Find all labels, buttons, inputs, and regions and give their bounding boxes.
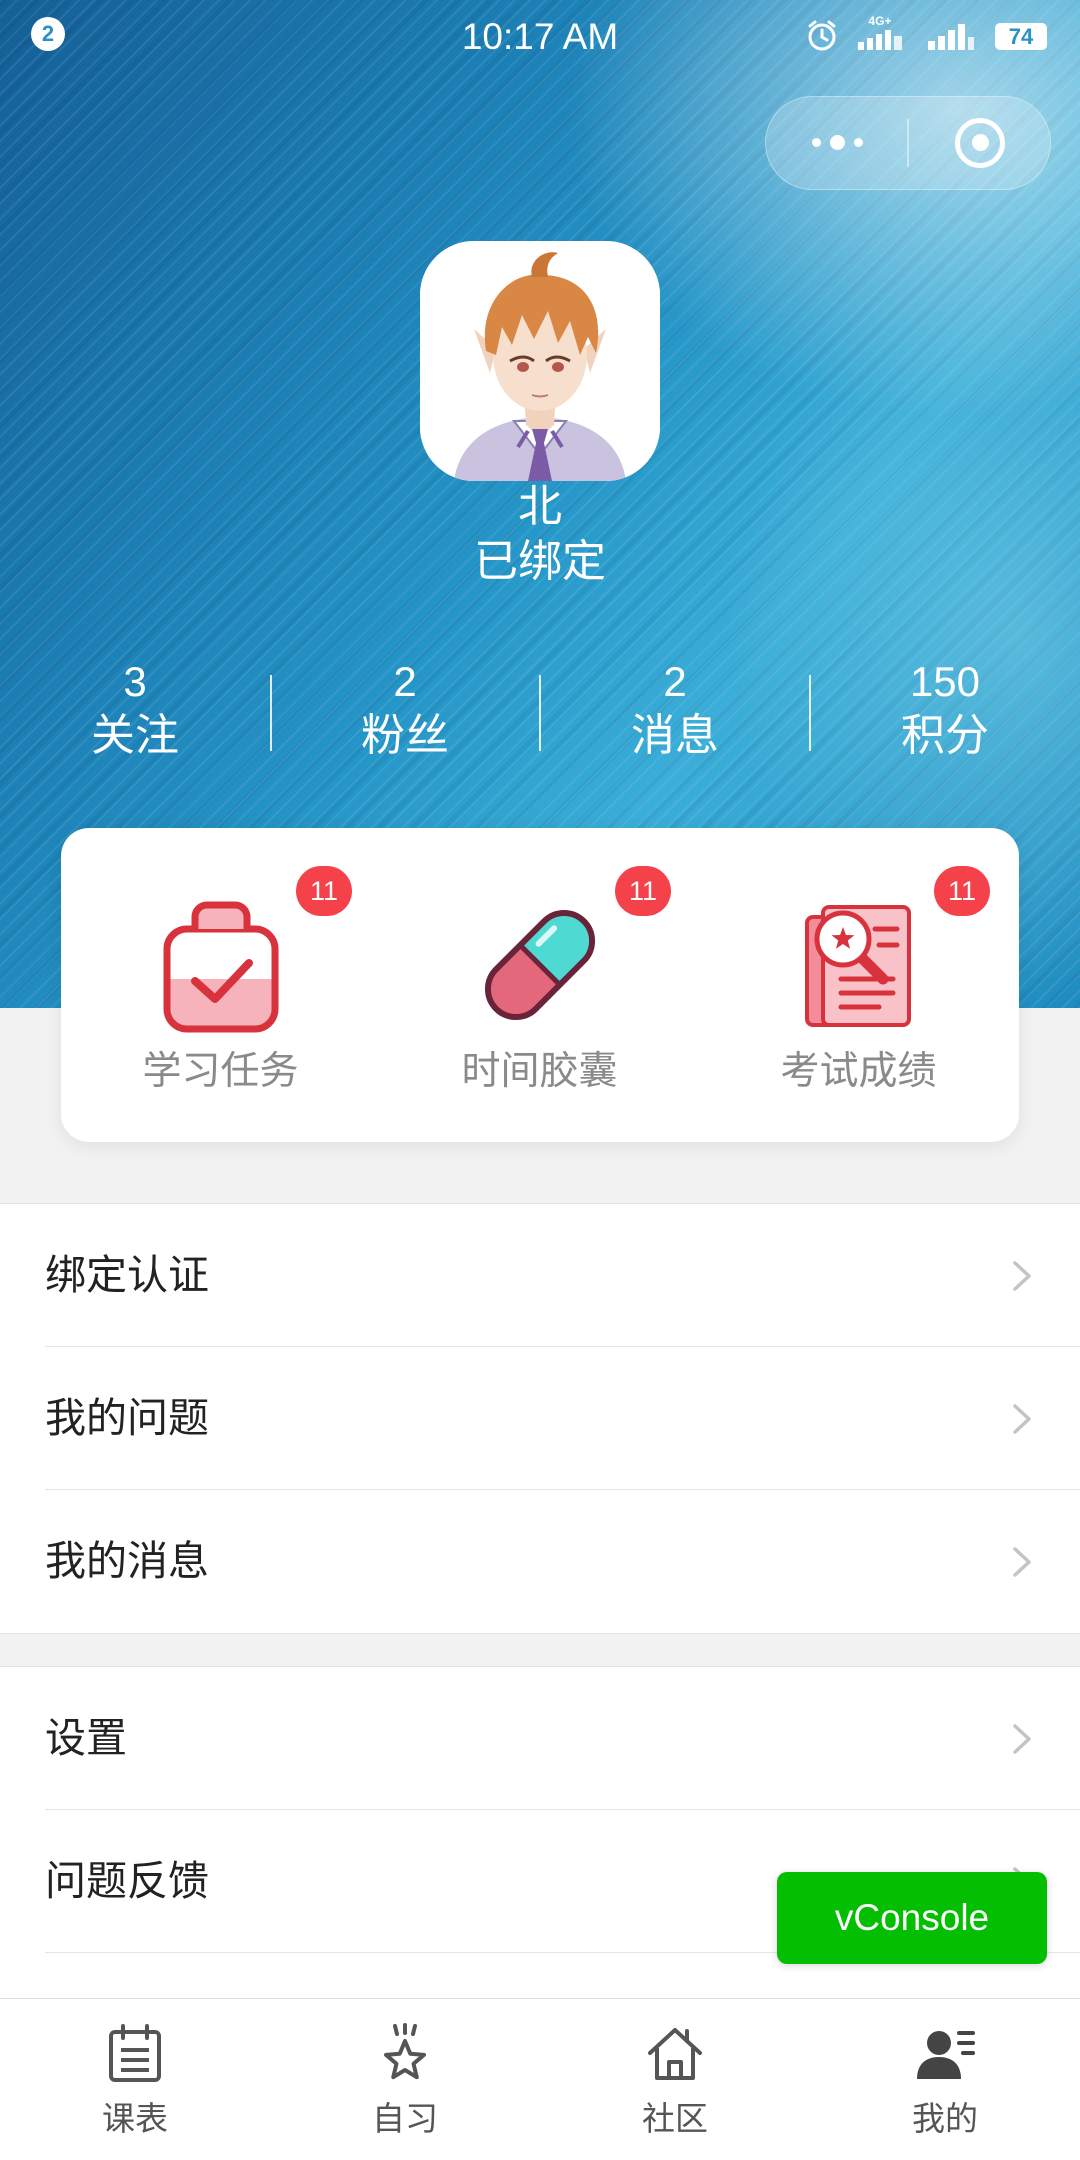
menu-item-bind-auth[interactable]: 绑定认证 <box>0 1204 1080 1347</box>
tab-bar: 课表 自习 社区 我的 <box>0 1998 1080 2160</box>
stat-value: 150 <box>909 658 981 705</box>
avatar[interactable] <box>420 241 660 481</box>
vconsole-button[interactable]: vConsole <box>777 1872 1047 1964</box>
stat-label: 积分 <box>901 711 989 760</box>
target-circle-dot <box>971 134 989 151</box>
chevron-right-icon <box>1013 1404 1031 1434</box>
clipboard-check-icon <box>163 901 279 1033</box>
bind-status: 已绑定 <box>474 537 606 586</box>
menu-item-my-questions[interactable]: 我的问题 <box>0 1347 1080 1490</box>
quick-action-time-capsule[interactable]: 时间胶囊 11 <box>380 828 699 1142</box>
chevron-right-icon <box>1013 1261 1031 1291</box>
count-badge: 11 <box>296 866 352 916</box>
chevron-right-icon <box>1013 1724 1031 1754</box>
status-bar: 2 10:17 AM 4G+ 74 <box>0 0 1080 75</box>
more-button[interactable] <box>766 97 908 188</box>
quick-action-exam-scores[interactable]: 考试成绩 11 <box>699 828 1018 1142</box>
tab-label: 社区 <box>642 2100 708 2137</box>
stat-messages[interactable]: 2 消息 <box>540 656 810 766</box>
menu-item-label: 我的问题 <box>45 1395 209 1441</box>
stat-label: 消息 <box>631 711 719 760</box>
stat-followers[interactable]: 2 粉丝 <box>270 656 540 766</box>
battery-indicator: 74 <box>995 23 1047 50</box>
stat-label: 粉丝 <box>361 711 449 760</box>
alarm-icon <box>808 20 836 51</box>
status-time: 10:17 AM <box>461 16 619 57</box>
menu-group-account: 绑定认证 我的问题 我的消息 <box>0 1203 1080 1634</box>
chevron-right-icon <box>1013 1547 1031 1577</box>
stat-divider <box>539 675 541 751</box>
tab-self-study[interactable]: 自习 <box>270 1999 540 2160</box>
profile-user-icon <box>917 2031 975 2079</box>
miniprogram-capsule <box>765 96 1051 190</box>
count-badge: 11 <box>934 866 990 916</box>
more-dots-icon-center <box>829 135 845 150</box>
quick-action-label: 考试成绩 <box>780 1050 937 1093</box>
schedule-icon <box>109 2024 161 2082</box>
study-star-icon <box>383 2023 427 2080</box>
report-search-icon <box>805 905 911 1027</box>
tab-schedule[interactable]: 课表 <box>0 1999 270 2160</box>
close-miniprogram-button[interactable] <box>909 97 1051 188</box>
menu-item-label: 我的消息 <box>45 1538 209 1584</box>
tab-label: 我的 <box>912 2100 978 2137</box>
stat-divider <box>809 675 811 751</box>
stat-divider <box>270 675 272 751</box>
stat-points[interactable]: 150 积分 <box>810 656 1080 766</box>
tab-label: 课表 <box>102 2100 168 2137</box>
tab-community[interactable]: 社区 <box>540 1999 810 2160</box>
menu-item-label: 设置 <box>45 1715 127 1761</box>
stat-following[interactable]: 3 关注 <box>0 656 270 766</box>
tab-label: 自习 <box>372 2100 438 2137</box>
stat-value: 3 <box>123 658 147 705</box>
menu-item-settings[interactable]: 设置 <box>0 1667 1080 1810</box>
data-signal-icon <box>858 30 902 50</box>
menu-item-my-messages[interactable]: 我的消息 <box>0 1490 1080 1633</box>
anime-avatar-illustration <box>420 241 660 481</box>
stat-value: 2 <box>393 658 417 705</box>
cell-signal-icon <box>928 24 974 50</box>
network-type-label: 4G+ <box>868 14 892 28</box>
menu-item-label: 绑定认证 <box>45 1252 209 1298</box>
community-home-icon <box>648 2028 702 2080</box>
count-badge: 11 <box>615 866 671 916</box>
capsule-pill-icon <box>484 909 596 1021</box>
target-circle-icon <box>955 117 1005 168</box>
stat-value: 2 <box>663 658 687 705</box>
tab-mine[interactable]: 我的 <box>810 1999 1080 2160</box>
quick-actions-card: 学习任务 11 时间胶囊 11 考试成绩 11 <box>61 828 1019 1142</box>
more-dots-icon <box>811 138 821 147</box>
quick-action-study-tasks[interactable]: 学习任务 11 <box>61 828 380 1142</box>
user-name: 北 <box>518 482 562 531</box>
quick-action-label: 时间胶囊 <box>461 1050 618 1093</box>
more-dots-icon-right <box>853 138 863 147</box>
quick-action-label: 学习任务 <box>142 1050 299 1093</box>
stat-label: 关注 <box>91 711 179 760</box>
menu-item-label: 问题反馈 <box>45 1858 209 1904</box>
